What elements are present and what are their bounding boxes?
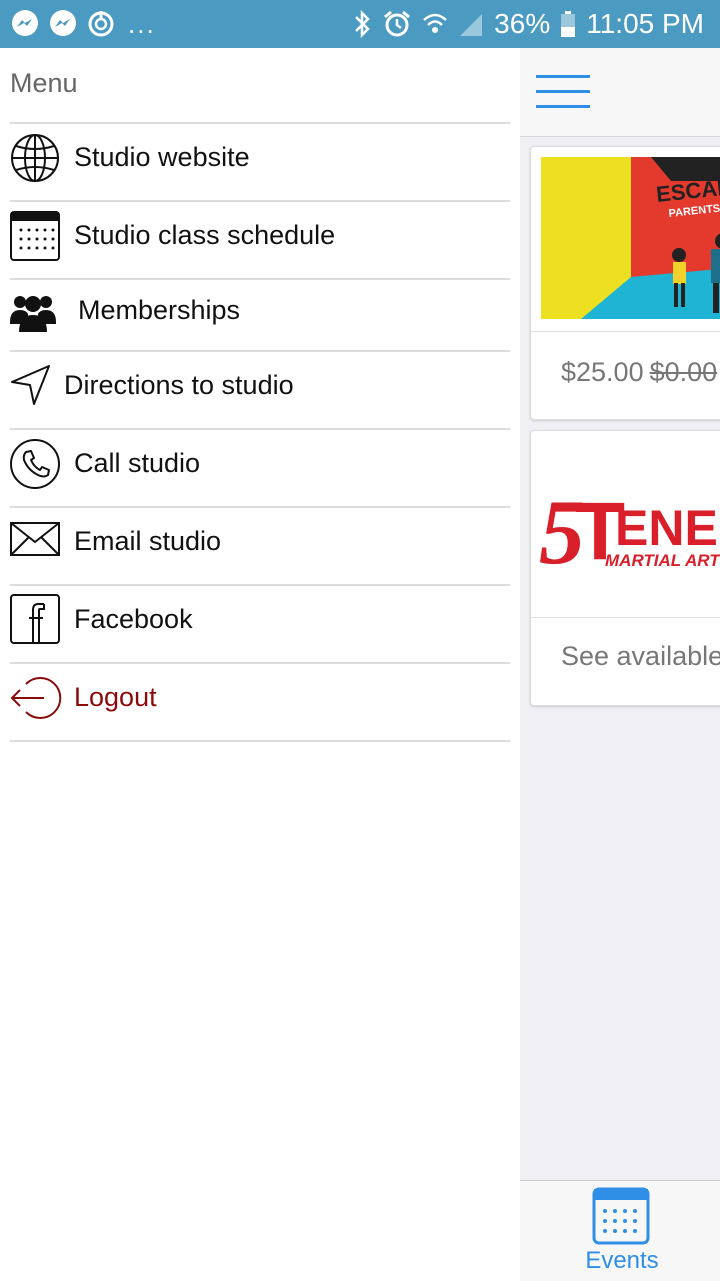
menu-item-call[interactable]: Call studio <box>10 428 510 508</box>
hamburger-menu-icon[interactable] <box>536 75 590 109</box>
menu-item-label: Logout <box>74 682 157 712</box>
battery-icon <box>561 11 576 37</box>
signal-icon <box>460 14 483 36</box>
menu-item-label: Email studio <box>74 526 222 556</box>
menu-item-logout[interactable]: Logout <box>10 662 510 742</box>
users-icon <box>10 296 56 332</box>
phone-icon <box>10 439 60 489</box>
menu-item-label: Directions to studio <box>64 370 294 400</box>
notification-icons: ... <box>10 0 156 48</box>
menu-bottom-divider <box>10 740 510 742</box>
navigation-drawer: Menu Studio website Studio class schedul… <box>0 48 520 1280</box>
studio-card[interactable]: 5 T ENE MARTIAL ARTS See available <box>530 430 720 706</box>
menu-item-memberships[interactable]: Memberships <box>10 278 510 352</box>
see-available-link[interactable]: See available <box>561 641 720 672</box>
tab-bar: Events <box>520 1180 720 1281</box>
messenger-icon <box>50 10 76 36</box>
logo-word: ENE <box>615 500 718 556</box>
facebook-icon <box>10 594 60 644</box>
status-bar: ... 36% 11:05 PM <box>0 0 720 48</box>
price-current: $25.00 <box>561 357 644 387</box>
menu-item-facebook[interactable]: Facebook <box>10 584 510 664</box>
globe-icon <box>11 134 59 182</box>
event-price: $25.00 $0.00 <box>561 357 717 388</box>
menu-item-label: Memberships <box>78 295 241 325</box>
price-original: $0.00 <box>649 357 718 387</box>
card-divider <box>531 331 720 332</box>
menu-item-email[interactable]: Email studio <box>10 506 510 586</box>
messenger-icon <box>12 10 38 36</box>
tab-events-label[interactable]: Events <box>522 1247 720 1275</box>
menu-item-label: Facebook <box>74 604 193 634</box>
calendar-icon[interactable] <box>592 1187 650 1245</box>
envelope-icon <box>10 522 60 556</box>
navigation-arrow-icon <box>11 365 50 405</box>
more-notifications: ... <box>128 8 156 39</box>
menu-item-class-schedule[interactable]: Studio class schedule <box>10 200 510 280</box>
studio-logo: 5 T ENE MARTIAL ARTS <box>539 471 720 583</box>
app-header <box>520 48 720 137</box>
event-image: ESCAPE PARENTS N <box>541 157 720 319</box>
menu-item-label: Studio class schedule <box>74 220 336 250</box>
menu-item-studio-website[interactable]: Studio website <box>10 122 510 202</box>
clock: 11:05 PM <box>586 8 704 39</box>
system-icons: 36% 11:05 PM <box>352 0 704 48</box>
menu-item-label: Studio website <box>74 142 250 172</box>
wifi-icon <box>423 13 448 33</box>
alarm-icon <box>384 10 411 37</box>
menu-title: Menu <box>10 68 78 98</box>
bluetooth-icon <box>355 10 370 38</box>
battery-percent: 36% <box>494 8 551 39</box>
background-app: ESCAPE PARENTS N $25.00$0.00 5 T ENE <box>520 48 720 1281</box>
logout-icon <box>10 677 62 719</box>
sync-icon <box>88 11 114 37</box>
logo-tagline: MARTIAL ARTS <box>605 551 720 570</box>
menu-item-label: Call studio <box>74 448 201 478</box>
event-card[interactable]: ESCAPE PARENTS N $25.00$0.00 <box>530 146 720 420</box>
card-divider <box>531 617 720 618</box>
menu-item-directions[interactable]: Directions to studio <box>10 350 510 430</box>
calendar-icon <box>10 211 60 261</box>
